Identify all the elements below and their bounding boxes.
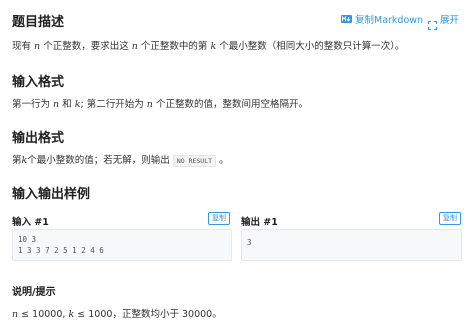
samples-title: 输入输出样例 xyxy=(12,187,91,202)
description-title: 题目描述 xyxy=(12,15,65,30)
input-format-title: 输入格式 xyxy=(12,75,65,90)
sample-input-box: 10 3 1 3 3 7 2 5 1 2 4 6 xyxy=(12,229,232,261)
input-format-text: 第一行为 n 和 k; 第二行开始为 n 个正整数的值，整数间用空格隔开。 xyxy=(12,99,308,110)
sample-output-box: 3 xyxy=(241,229,462,261)
sample-input-line: 1 3 3 7 2 5 1 2 4 6 xyxy=(18,246,104,255)
copy-markdown-button[interactable]: 复制Markdown xyxy=(341,12,423,26)
sample-input-line: 10 3 xyxy=(18,235,37,244)
math-k: k xyxy=(68,309,75,320)
description-text: 现有 n 个正整数，要求出这 n 个正整数中的第 k 个最小整数（相同大小的整数… xyxy=(12,41,405,52)
hint-title: 说明/提示 xyxy=(12,287,56,298)
copy-output-button[interactable]: 复制 xyxy=(439,212,461,225)
expand-icon xyxy=(428,15,437,30)
output-format-text: 第k个最小整数的值；若无解，则输出 NO RESULT 。 xyxy=(12,155,229,167)
math-n: n xyxy=(146,99,153,110)
markdown-icon xyxy=(341,15,352,23)
math-n: n xyxy=(34,41,41,52)
copy-input-button[interactable]: 复制 xyxy=(208,212,230,225)
sample-output-label: 输出 #1 xyxy=(241,217,278,228)
output-format-title: 输出格式 xyxy=(12,131,65,146)
copy-markdown-label: 复制Markdown xyxy=(355,15,424,26)
math-n: n xyxy=(53,99,60,110)
math-k: k xyxy=(210,41,217,52)
expand-button[interactable]: 展开 xyxy=(428,12,460,30)
sample-output-line: 3 xyxy=(247,238,252,247)
math-n: n xyxy=(131,41,138,52)
math-n: n xyxy=(12,309,19,320)
sample-input-label: 输入 #1 xyxy=(12,217,49,228)
expand-label: 展开 xyxy=(440,15,460,26)
no-result-code: NO RESULT xyxy=(172,155,217,167)
hint-text: n ≤ 10000, k ≤ 1000，正整数均小于 30000。 xyxy=(12,309,222,320)
